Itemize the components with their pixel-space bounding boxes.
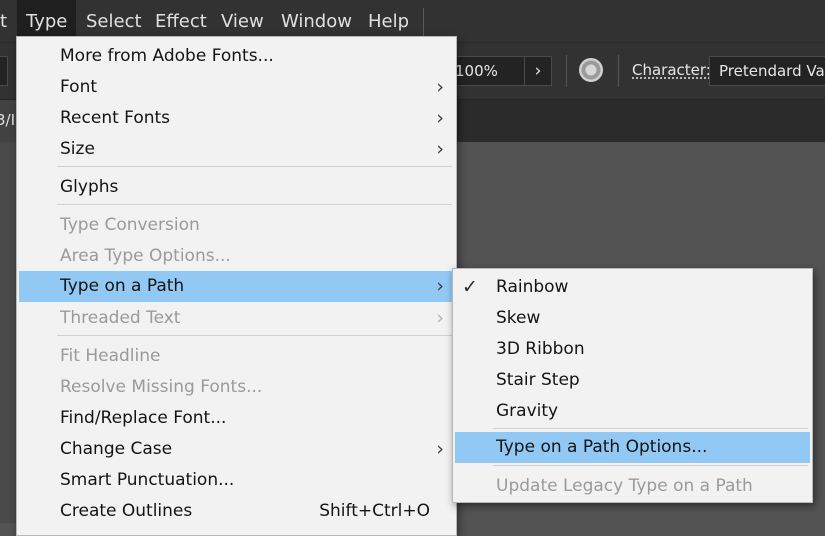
menu-item-label: 3D Ribbon [496, 339, 585, 359]
menu-item-update-legacy-type-on-a-path: Update Legacy Type on a Path [455, 471, 810, 502]
menu-item-label: Glyphs [60, 177, 119, 197]
menu-item-label: Type Conversion [60, 215, 200, 235]
menu-item-label: Threaded Text [60, 308, 181, 328]
menu-item-type-on-a-path[interactable]: Type on a Path › [19, 271, 454, 302]
menu-item-more-from-adobe-fonts[interactable]: More from Adobe Fonts... [19, 41, 454, 72]
menu-separator [57, 335, 452, 336]
type-menu-dropdown: More from Adobe Fonts... Font › Recent F… [16, 36, 457, 536]
menu-item-fit-headline: Fit Headline [19, 341, 454, 372]
menu-item-label: Font [60, 77, 98, 97]
menu-item-label: Gravity [496, 401, 559, 421]
menu-item-resolve-missing-fonts: Resolve Missing Fonts... [19, 372, 454, 403]
menu-item-glyphs[interactable]: Glyphs [19, 172, 454, 203]
chevron-right-icon: › [436, 275, 444, 297]
menu-item-type-conversion: Type Conversion [19, 210, 454, 241]
menu-separator [493, 465, 808, 466]
menubar-divider [423, 8, 424, 36]
chevron-right-icon: › [436, 76, 444, 98]
menu-item-label: Resolve Missing Fonts... [60, 377, 263, 397]
chevron-right-icon: › [436, 438, 444, 460]
menu-item-stair-step[interactable]: Stair Step [455, 365, 810, 396]
menu-item-label: Type on a Path Options... [496, 437, 708, 457]
menu-separator [57, 204, 452, 205]
menu-item-find-replace-font[interactable]: Find/Replace Font... [19, 403, 454, 434]
menu-item-label: Type on a Path [60, 276, 185, 296]
menu-item-create-outlines[interactable]: Create Outlines Shift+Ctrl+O [19, 496, 454, 527]
control-field-left[interactable] [0, 56, 8, 86]
menu-item-label: Rainbow [496, 277, 569, 297]
control-divider [566, 55, 567, 87]
menu-separator [493, 428, 808, 429]
menu-item-rainbow[interactable]: ✓ Rainbow [455, 272, 810, 303]
menu-item-size[interactable]: Size › [19, 134, 454, 165]
menu-item-change-case[interactable]: Change Case › [19, 434, 454, 465]
menu-item-threaded-text: Threaded Text › [19, 303, 454, 334]
menu-item-label: Update Legacy Type on a Path [496, 476, 753, 496]
chevron-right-icon: › [436, 138, 444, 160]
menu-item-label: Smart Punctuation... [60, 470, 235, 490]
menu-object[interactable]: t [0, 0, 16, 43]
scale-field[interactable]: 100% [446, 56, 526, 86]
menu-item-label: More from Adobe Fonts... [60, 46, 274, 66]
scale-next-button[interactable]: › [524, 56, 552, 86]
menu-item-recent-fonts[interactable]: Recent Fonts › [19, 103, 454, 134]
menu-item-label: Area Type Options... [60, 246, 231, 266]
tools-panel-edge [0, 142, 16, 523]
menu-item-label: Create Outlines [60, 501, 193, 521]
menu-item-skew[interactable]: Skew [455, 303, 810, 334]
menu-item-gravity[interactable]: Gravity [455, 396, 810, 427]
menu-item-label: Fit Headline [60, 346, 161, 366]
menu-item-label: Stair Step [496, 370, 580, 390]
chevron-right-icon: › [436, 307, 444, 329]
chevron-right-icon: › [436, 107, 444, 129]
character-panel-link[interactable]: Character: [632, 61, 711, 79]
menu-item-label: Find/Replace Font... [60, 408, 227, 428]
menu-item-label: Size [60, 139, 95, 159]
checkmark-icon: ✓ [462, 276, 478, 298]
type-on-a-path-submenu: ✓ Rainbow Skew 3D Ribbon Stair Step Grav… [452, 268, 813, 503]
menu-item-area-type-options: Area Type Options... [19, 241, 454, 272]
menu-item-label: Skew [496, 308, 541, 328]
menu-separator [57, 166, 452, 167]
menu-item-3d-ribbon[interactable]: 3D Ribbon [455, 334, 810, 365]
menu-item-smart-punctuation[interactable]: Smart Punctuation... [19, 465, 454, 496]
menu-item-label: Change Case [60, 439, 173, 459]
menu-item-label: Recent Fonts [60, 108, 171, 128]
menu-item-type-on-a-path-options[interactable]: Type on a Path Options... [455, 432, 810, 463]
menu-item-font[interactable]: Font › [19, 72, 454, 103]
globe-icon[interactable] [579, 58, 603, 82]
font-family-field[interactable]: Pretendard Variable [709, 56, 825, 86]
control-divider [618, 55, 619, 87]
keyboard-shortcut: Shift+Ctrl+O [319, 501, 430, 521]
